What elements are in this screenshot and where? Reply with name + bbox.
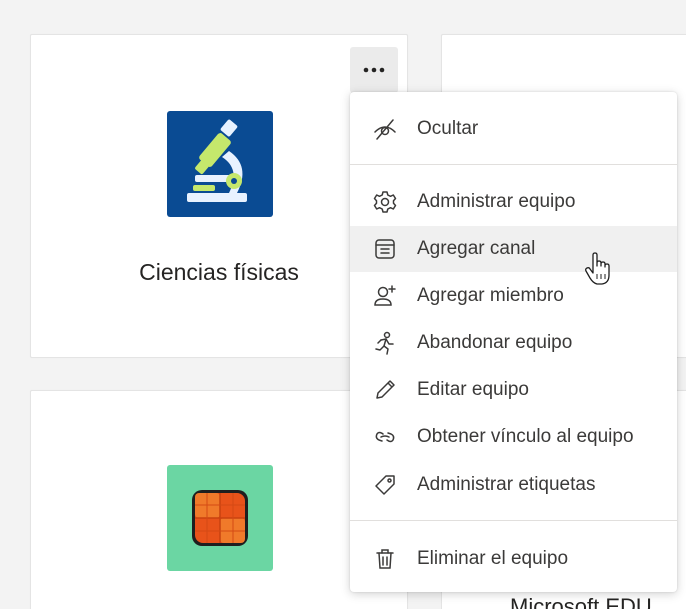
team-avatar [167,111,273,217]
menu-item-hide[interactable]: Ocultar [350,106,677,152]
tag-icon [372,472,398,498]
channel-list-icon [372,236,398,262]
orange-grid-icon [192,490,248,546]
team-context-menu: Ocultar Administrar equipo Agregar canal… [350,92,677,592]
menu-divider [350,164,677,165]
menu-item-get-link[interactable]: Obtener vínculo al equipo [350,414,677,460]
menu-item-label: Administrar etiquetas [417,474,596,495]
menu-divider [350,520,677,521]
menu-item-label: Obtener vínculo al equipo [417,426,634,447]
more-options-icon [363,67,385,73]
hand-cursor-icon [585,252,610,285]
menu-item-manage-team[interactable]: Administrar equipo [350,179,677,225]
trash-icon [372,546,398,572]
menu-item-leave-team[interactable]: Abandonar equipo [350,320,677,366]
link-icon [372,424,398,450]
menu-item-label: Eliminar el equipo [417,548,569,569]
microscope-icon [187,119,247,202]
gear-icon [372,189,398,215]
hide-icon [372,116,398,142]
teams-grid: Ciencias físicas Microsoft EDU Ocultar A… [0,0,686,609]
team-avatar [167,465,273,571]
menu-item-manage-tags[interactable]: Administrar etiquetas [350,462,677,508]
more-options-button[interactable] [350,47,398,93]
menu-item-label: Abandonar equipo [417,332,573,353]
menu-item-label: Editar equipo [417,379,529,400]
menu-item-label: Agregar miembro [417,285,564,306]
menu-item-delete-team[interactable]: Eliminar el equipo [350,536,677,582]
menu-item-add-channel[interactable]: Agregar canal [350,226,677,272]
pencil-icon [372,377,398,403]
menu-item-edit-team[interactable]: Editar equipo [350,367,677,413]
menu-item-label: Administrar equipo [417,191,576,212]
menu-item-label: Ocultar [417,118,479,139]
leave-running-icon [372,330,398,356]
add-person-icon [372,283,398,309]
menu-item-label: Agregar canal [417,238,536,259]
team-name: Microsoft EDU [510,594,652,609]
menu-item-add-member[interactable]: Agregar miembro [350,273,677,319]
